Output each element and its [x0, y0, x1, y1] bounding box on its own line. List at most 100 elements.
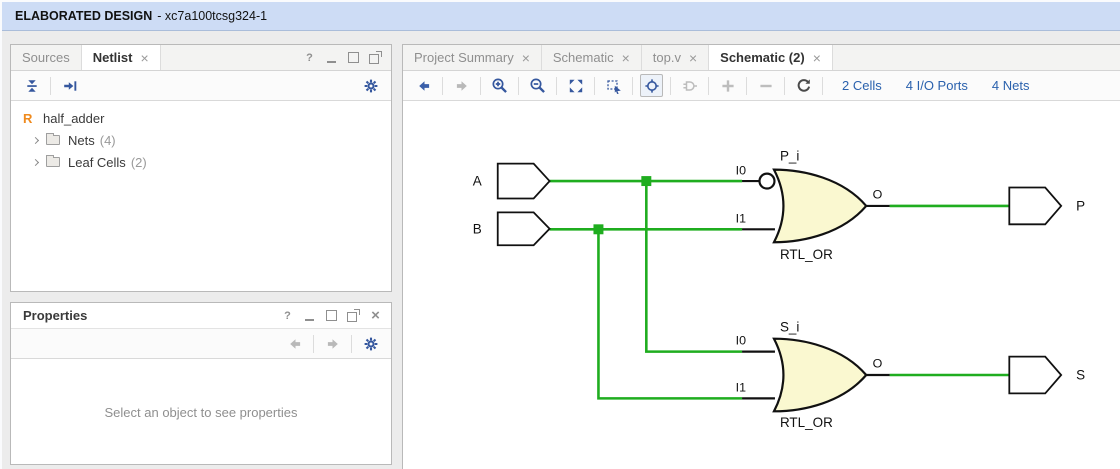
toolbar-divider	[480, 77, 481, 95]
arrow-right-icon	[325, 336, 341, 352]
float-icon[interactable]	[347, 309, 360, 322]
tab-sources[interactable]: Sources	[11, 45, 82, 70]
design-mode-label: ELABORATED DESIGN	[15, 9, 152, 23]
toolbar-divider	[632, 77, 633, 95]
forward-button[interactable]	[450, 74, 473, 97]
net-junction[interactable]	[593, 224, 603, 234]
minus-icon	[758, 78, 774, 94]
tree-item-half-adder[interactable]: R half_adder	[11, 107, 391, 129]
back-button[interactable]	[412, 74, 435, 97]
tree-item-leaf-cells-label: Leaf Cells	[68, 155, 126, 170]
zoom-out-icon	[529, 77, 546, 94]
toolbar-divider	[556, 77, 557, 95]
output-port-S-label: S	[1076, 368, 1085, 383]
properties-toolbar	[11, 329, 391, 359]
select-area-icon	[606, 78, 622, 94]
input-port-A[interactable]	[498, 164, 550, 199]
properties-forward-button[interactable]	[321, 332, 344, 355]
toolbar-divider	[351, 335, 352, 353]
arrow-left-icon	[287, 336, 303, 352]
tab-sources-label: Sources	[22, 50, 70, 65]
close-icon[interactable]	[369, 309, 382, 322]
netlist-tree: R half_adder Nets (4) Leaf Cells (2)	[11, 101, 391, 173]
properties-settings-button[interactable]	[359, 332, 382, 355]
gate-S_i-or-shape[interactable]	[774, 339, 866, 412]
regenerate-button[interactable]	[792, 74, 815, 97]
vivado-window: ELABORATED DESIGN - xc7a100tcsg324-1 Sou…	[0, 0, 1120, 469]
device-part-label: - xc7a100tcsg324-1	[157, 9, 267, 23]
output-port-P[interactable]	[1009, 188, 1061, 225]
gate-S_i-name: S_i	[780, 320, 799, 335]
help-icon[interactable]	[303, 51, 316, 64]
zoom-out-button[interactable]	[526, 74, 549, 97]
properties-empty-message: Select an object to see properties	[105, 405, 298, 420]
netlist-settings-button[interactable]	[359, 74, 382, 97]
gate-P_i-pin-I0: I0	[736, 164, 746, 178]
toolbar-divider	[313, 335, 314, 353]
remove-from-schematic-button[interactable]	[754, 74, 777, 97]
tab-netlist[interactable]: Netlist	[82, 45, 161, 70]
tree-item-leaf-cells[interactable]: Leaf Cells (2)	[11, 151, 391, 173]
folder-icon	[46, 135, 60, 145]
net-junction[interactable]	[641, 176, 651, 186]
expand-cone-button[interactable]	[678, 74, 701, 97]
properties-back-button[interactable]	[283, 332, 306, 355]
tree-item-nets[interactable]: Nets (4)	[11, 129, 391, 151]
add-to-schematic-button[interactable]	[716, 74, 739, 97]
gear-icon	[363, 78, 379, 94]
help-icon[interactable]	[281, 309, 294, 322]
cells-count-link[interactable]: 2 Cells	[842, 78, 882, 93]
refresh-icon	[796, 78, 812, 94]
net-B-branch-wire[interactable]	[598, 229, 742, 398]
nets-count-link[interactable]: 4 Nets	[992, 78, 1030, 93]
tab-schematic-label: Schematic	[553, 50, 614, 65]
chevron-right-icon[interactable]	[32, 136, 39, 143]
expand-to-selection-button[interactable]	[58, 74, 81, 97]
io-ports-count-link[interactable]: 4 I/O Ports	[906, 78, 968, 93]
select-area-button[interactable]	[602, 74, 625, 97]
gate-P_i-pin-I1: I1	[736, 211, 746, 225]
gear-icon	[363, 336, 379, 352]
output-port-S[interactable]	[1009, 357, 1061, 394]
chevron-right-icon[interactable]	[32, 158, 39, 165]
close-icon[interactable]	[689, 51, 697, 65]
toolbar-divider	[708, 77, 709, 95]
maximize-icon[interactable]	[325, 309, 338, 322]
close-icon[interactable]	[522, 51, 530, 65]
zoom-in-button[interactable]	[488, 74, 511, 97]
gate-S_i-pin-O: O	[873, 357, 883, 371]
gate-P_i-or-shape[interactable]	[774, 170, 866, 243]
tree-item-nets-count: (4)	[100, 133, 116, 148]
tab-schematic-2-label: Schematic (2)	[720, 50, 805, 65]
inversion-bubble[interactable]	[760, 174, 775, 189]
input-port-B-label: B	[473, 221, 482, 236]
toolbar-divider	[50, 77, 51, 95]
toolbar-divider	[442, 77, 443, 95]
collapse-all-button[interactable]	[20, 74, 43, 97]
zoom-in-icon	[491, 77, 508, 94]
tab-topv[interactable]: top.v	[642, 45, 709, 70]
toolbar-divider	[746, 77, 747, 95]
float-icon[interactable]	[369, 51, 382, 64]
close-icon[interactable]	[622, 51, 630, 65]
minimize-icon[interactable]	[303, 309, 316, 322]
net-A-branch-wire[interactable]	[646, 181, 742, 352]
minimize-icon[interactable]	[325, 51, 338, 64]
maximize-icon[interactable]	[347, 51, 360, 64]
input-port-B[interactable]	[498, 212, 550, 245]
tab-schematic[interactable]: Schematic	[542, 45, 642, 70]
zoom-fit-icon	[568, 78, 584, 94]
tab-project-summary[interactable]: Project Summary	[403, 45, 542, 70]
gate-icon	[682, 78, 698, 94]
schematic-drawing: A B P S P_i RTL_OR I0 I1 O S_i RTL_OR	[403, 101, 1120, 469]
toolbar-divider	[594, 77, 595, 95]
tab-schematic-2[interactable]: Schematic (2)	[709, 45, 833, 70]
close-icon[interactable]	[813, 51, 821, 65]
toolbar-divider	[822, 77, 823, 95]
autofit-selection-toggle[interactable]	[640, 74, 663, 97]
zoom-fit-button[interactable]	[564, 74, 587, 97]
close-icon[interactable]	[140, 51, 148, 65]
schematic-canvas[interactable]: A B P S P_i RTL_OR I0 I1 O S_i RTL_OR	[403, 101, 1120, 469]
netlist-panel: Sources Netlist	[10, 44, 392, 292]
plus-icon	[720, 78, 736, 94]
